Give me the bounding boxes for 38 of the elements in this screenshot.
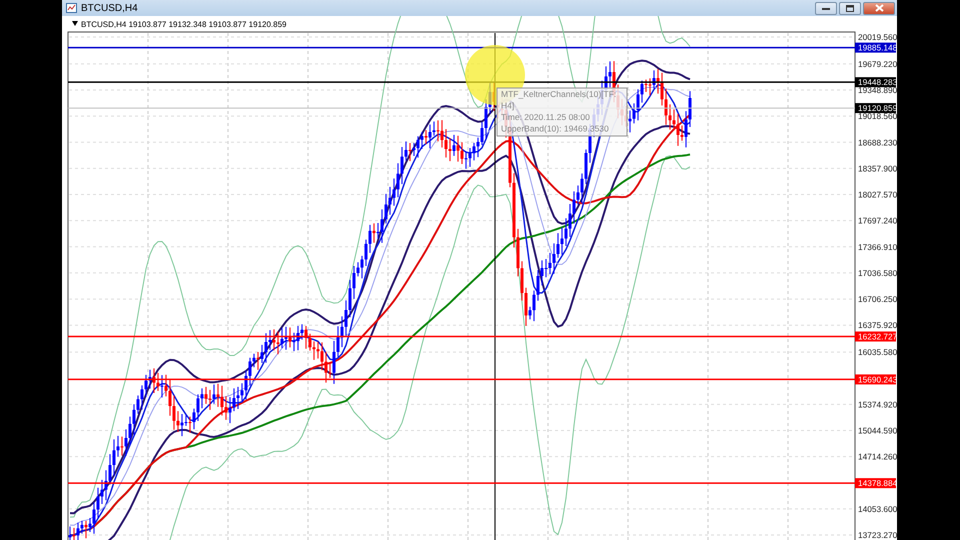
price-axis-label: 17036.580 [858, 268, 897, 278]
price-tag: 14378.884 [855, 478, 897, 488]
restore-icon [846, 4, 854, 12]
tooltip-text: Time: 2020.11.25 08:00 [501, 112, 590, 122]
price-axis-label: 15374.920 [858, 399, 897, 410]
price-axis-label: 17697.240 [858, 216, 897, 226]
price-axis-label: 16375.920 [858, 320, 897, 330]
price-axis-label: 19348.890 [858, 85, 897, 96]
window-title: BTCUSD,H4 [81, 2, 138, 14]
minimize-button[interactable] [815, 2, 837, 14]
price-axis-label: 15044.590 [858, 426, 897, 436]
chart-window-icon [66, 3, 77, 13]
price-axis-label: 20019.560 [858, 32, 897, 42]
dropdown-arrow-icon [72, 21, 78, 26]
price-tag: 19885.148 [855, 42, 897, 53]
close-button[interactable] [863, 2, 895, 14]
price-axis-label: 18357.900 [858, 163, 897, 174]
price-tag: 19120.859 [855, 103, 897, 114]
price-axis-label: 17366.910 [858, 242, 897, 252]
price-tag: 19448.283 [855, 77, 897, 88]
tooltip-text: UpperBand(10): 19469.3530 [501, 124, 609, 134]
price-axis-label: 19018.560 [858, 111, 897, 122]
price-axis-label: 16706.250 [858, 294, 897, 304]
price-axis-label: 16035.580 [858, 347, 897, 358]
price-axis-label: 14053.600 [858, 504, 897, 514]
price-legend: BTCUSD,H4 19103.877 19132.348 19103.877 19120.859 [81, 20, 286, 29]
price-tag: 16232.727 [855, 332, 897, 342]
price-axis-label: 19679.220 [858, 58, 897, 69]
price-tag: 15690.243 [855, 374, 897, 384]
price-axis-label: 18027.570 [858, 190, 897, 200]
restore-button[interactable] [839, 2, 861, 14]
close-icon [874, 4, 884, 12]
price-axis-label: 18688.230 [858, 137, 897, 148]
minimize-icon [822, 6, 830, 10]
tooltip-text: MTF_KeltnerChannels(10)[TF: [501, 89, 616, 99]
price-axis-label: 14714.260 [858, 452, 897, 462]
tooltip-text: H4] [501, 100, 514, 110]
price-axis-label: 13723.270 [858, 530, 897, 540]
